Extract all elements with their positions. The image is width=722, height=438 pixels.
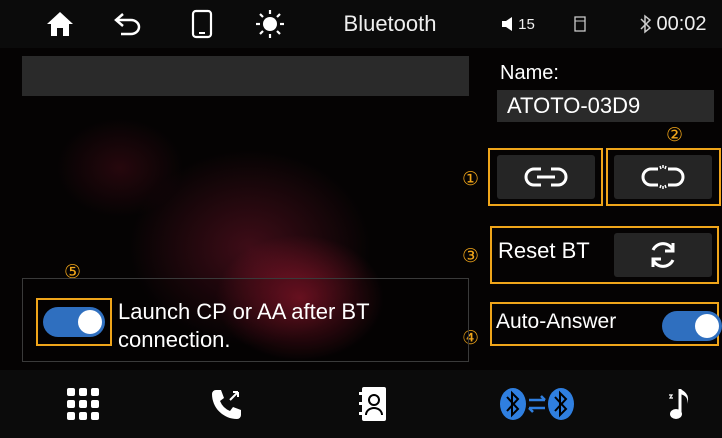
launch-cp-aa-label: Launch CP or AA after BT connection. xyxy=(118,298,418,354)
music-icon[interactable] xyxy=(660,370,700,438)
marker-3: ③ xyxy=(462,246,480,267)
brightness-icon[interactable] xyxy=(250,0,290,48)
contacts-icon[interactable] xyxy=(348,370,398,438)
auto-answer-toggle[interactable] xyxy=(662,311,722,341)
reset-bt-label: Reset BT xyxy=(498,238,590,263)
volume-indicator[interactable]: 15 xyxy=(488,0,548,48)
marker-1: ① xyxy=(462,169,480,190)
call-log-icon[interactable] xyxy=(202,370,252,438)
unlink-icon xyxy=(641,165,685,189)
disconnect-button[interactable] xyxy=(614,155,712,199)
volume-level: 15 xyxy=(518,15,535,33)
bluetooth-status-icon xyxy=(640,14,652,34)
reset-bt-button[interactable] xyxy=(614,233,712,277)
phone-device-icon[interactable] xyxy=(184,0,220,48)
device-name-field[interactable]: ATOTO-03D9 xyxy=(497,90,714,122)
dialpad-icon[interactable] xyxy=(58,370,108,438)
clock: 00:02 xyxy=(628,0,718,48)
sd-card-icon xyxy=(568,0,592,48)
home-icon[interactable] xyxy=(40,0,80,48)
link-icon xyxy=(524,167,568,187)
connect-button[interactable] xyxy=(497,155,595,199)
launch-cp-aa-toggle[interactable] xyxy=(43,307,105,337)
toggle-knob xyxy=(78,310,102,334)
speaker-icon xyxy=(502,17,513,31)
toggle-knob xyxy=(695,314,719,338)
paired-device-list[interactable] xyxy=(22,56,469,96)
name-label: Name: xyxy=(500,62,559,84)
bt-pair-icon[interactable] xyxy=(495,370,579,438)
auto-answer-label: Auto-Answer xyxy=(496,310,617,333)
page-title: Bluetooth xyxy=(343,11,437,36)
launch-text-line2: connection. xyxy=(118,327,231,352)
launch-text-line1: Launch CP or AA after BT xyxy=(118,299,370,324)
back-icon[interactable] xyxy=(108,0,148,48)
marker-2: ② xyxy=(666,125,684,146)
clock-time: 00:02 xyxy=(656,12,707,35)
refresh-icon xyxy=(651,242,675,268)
